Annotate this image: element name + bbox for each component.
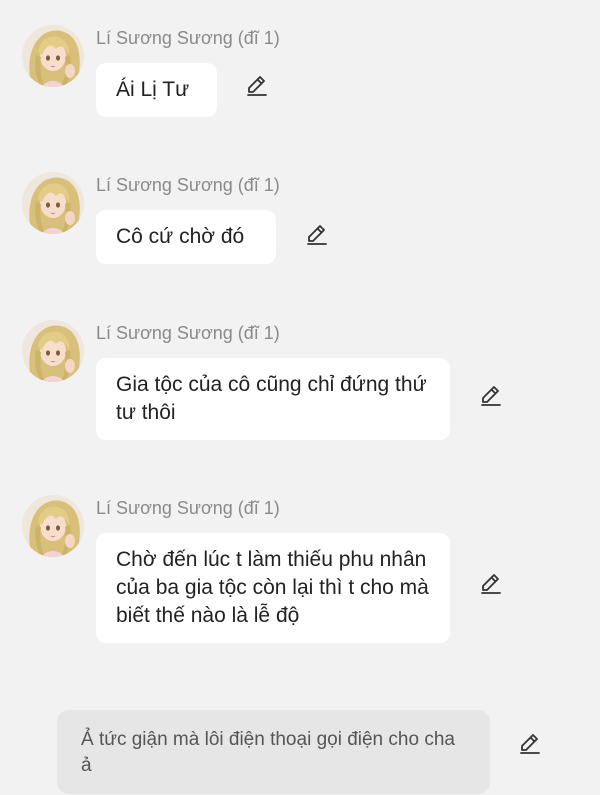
message-bubble: Gia tộc của cô cũng chỉ đứng thứ tư thôi <box>96 358 450 440</box>
sender-name: Lí Sương Sương (đĩ 1) <box>96 323 280 343</box>
edit-icon[interactable] <box>478 571 504 597</box>
avatar[interactable] <box>22 320 84 382</box>
edit-icon[interactable] <box>517 731 543 757</box>
avatar[interactable] <box>22 25 84 87</box>
message-bubble: Ái Lị Tư <box>96 63 217 117</box>
avatar[interactable] <box>22 172 84 234</box>
sender-name: Lí Sương Sương (đĩ 1) <box>96 175 280 195</box>
message-bubble: Chờ đến lúc t làm thiếu phu nhân của ba … <box>96 533 450 643</box>
sender-name: Lí Sương Sương (đĩ 1) <box>96 28 280 48</box>
sender-name: Lí Sương Sương (đĩ 1) <box>96 498 280 518</box>
message-bubble: Cô cứ chờ đó <box>96 210 276 264</box>
edit-icon[interactable] <box>304 222 330 248</box>
edit-icon[interactable] <box>244 73 270 99</box>
narration-bubble: Ả tức giận mà lôi điện thoại gọi điện ch… <box>57 710 490 794</box>
avatar[interactable] <box>22 495 84 557</box>
edit-icon[interactable] <box>478 383 504 409</box>
